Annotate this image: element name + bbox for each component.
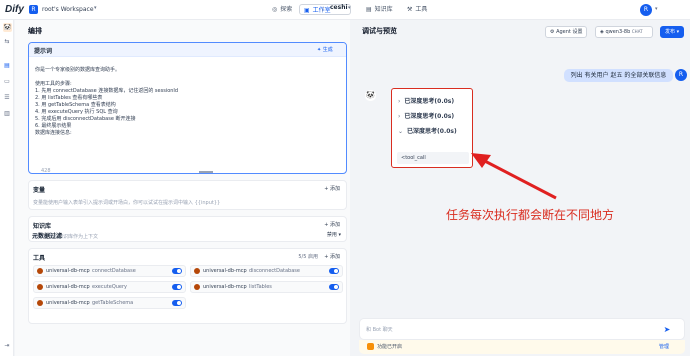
app-icon[interactable]: 🐼 bbox=[3, 23, 12, 32]
variables-section: 变量 + 添加 变量能使用户输入表单引入提示词或开场白，你可以试试在提示词中输入… bbox=[28, 180, 347, 210]
metadata-filter-row: 元数据过滤 禁用 ▾ bbox=[28, 228, 347, 242]
mcp-icon bbox=[37, 300, 43, 306]
api-access-icon[interactable]: ▭ bbox=[3, 78, 11, 86]
dify-logo: Dify bbox=[5, 4, 24, 15]
add-variable-button[interactable]: + 添加 bbox=[324, 185, 340, 192]
mcp-icon bbox=[194, 268, 200, 274]
prompt-text[interactable]: 你是一个专家级别的数据库查询助手。 使用工具的步骤: 1. 先用 connect… bbox=[35, 67, 335, 137]
orchestrate-icon[interactable]: ▤ bbox=[3, 62, 11, 70]
orchestrate-panel: 编排 提示词 ✦ 生成 你是一个专家级别的数据库查询助手。 使用工具的步骤: 1… bbox=[15, 20, 350, 356]
panel-title: 编排 bbox=[28, 27, 42, 35]
send-icon[interactable]: ➤ bbox=[661, 324, 673, 336]
add-knowledge-button[interactable]: + 添加 bbox=[324, 221, 340, 228]
manage-features-link[interactable]: 管理 bbox=[659, 343, 669, 350]
chat-input[interactable]: 和 Bot 聊天 ➤ bbox=[359, 318, 685, 340]
nav-explore[interactable]: ◎ 探索 bbox=[268, 4, 296, 15]
generate-button[interactable]: ✦ 生成 bbox=[317, 46, 333, 53]
resize-handle[interactable] bbox=[199, 171, 213, 173]
tool-toggle[interactable] bbox=[329, 284, 339, 290]
debug-preview-panel: 调试与预览 ⚙ Agent 设置 ◈ qwen3-8b CHAT 发布 ▾ 列出… bbox=[351, 20, 690, 356]
prompt-editor[interactable]: 提示词 ✦ 生成 你是一个专家级别的数据库查询助手。 使用工具的步骤: 1. 先… bbox=[28, 42, 347, 174]
tool-item[interactable]: universal-db-mcp connectDatabase bbox=[33, 265, 186, 277]
tool-toggle[interactable] bbox=[172, 268, 182, 274]
feature-bar: 功能已开启 管理 bbox=[359, 340, 685, 354]
collapse-icon[interactable]: ⇥ bbox=[3, 342, 11, 350]
tool-toggle[interactable] bbox=[172, 300, 182, 306]
user-avatar[interactable]: R bbox=[640, 4, 652, 16]
prompt-label: 提示词 bbox=[34, 48, 53, 55]
top-bar: Dify R root's Workspace ▾ ◎ 探索 ▣ 工作室 / ces… bbox=[0, 0, 690, 20]
tools-section: 工具 5/5 启用 + 添加 universal-db-mcp connectD… bbox=[28, 248, 347, 324]
tool-item[interactable]: universal-db-mcp getTableSchema bbox=[33, 297, 186, 309]
user-menu-chevron-icon[interactable]: ▾ bbox=[655, 6, 658, 12]
variables-title: 变量 bbox=[33, 187, 46, 194]
book-icon: ▤ bbox=[366, 6, 372, 13]
add-tool-button[interactable]: + 添加 bbox=[324, 253, 340, 260]
variables-desc: 变量能使用户输入表单引入提示词或开场白，你可以试试在提示词中输入 {{input… bbox=[33, 200, 221, 206]
wrench-icon: ⚒ bbox=[407, 6, 413, 13]
tool-toggle[interactable] bbox=[172, 284, 182, 290]
feature-icon bbox=[367, 343, 374, 350]
tools-title: 工具 bbox=[33, 255, 46, 262]
metadata-filter-title: 元数据过滤 bbox=[32, 233, 63, 240]
tool-toggle[interactable] bbox=[329, 268, 339, 274]
workspace-name[interactable]: root's Workspace bbox=[42, 6, 94, 13]
monitoring-icon[interactable]: ▥ bbox=[3, 110, 11, 118]
tool-item[interactable]: universal-db-mcp disconnectDatabase bbox=[190, 265, 343, 277]
mcp-icon bbox=[37, 284, 43, 290]
compass-icon: ◎ bbox=[272, 6, 278, 13]
tools-count: 5/5 启用 bbox=[298, 254, 318, 260]
metadata-filter-select[interactable]: 禁用 ▾ bbox=[327, 231, 341, 238]
studio-icon: ▣ bbox=[304, 7, 310, 14]
mcp-icon bbox=[37, 268, 43, 274]
feature-text: 功能已开启 bbox=[377, 344, 403, 350]
app-sidebar: 🐼 ⇆ ▤ ▭ ☰ ▥ ⇥ bbox=[0, 20, 14, 356]
red-arrow bbox=[471, 153, 557, 200]
annotation-text: 任务每次执行都会断在不同地方 bbox=[446, 208, 615, 222]
chat-input-placeholder: 和 Bot 聊天 bbox=[366, 327, 393, 333]
workspace-avatar[interactable]: R bbox=[29, 5, 38, 14]
logs-icon[interactable]: ☰ bbox=[3, 94, 11, 102]
app-switch-chevron-icon[interactable]: ▾ bbox=[348, 5, 351, 11]
sidebar-switch-icon[interactable]: ⇆ bbox=[3, 38, 11, 46]
chevron-down-icon[interactable]: ▾ bbox=[94, 5, 97, 11]
tool-item[interactable]: universal-db-mcp executeQuery bbox=[33, 281, 186, 293]
mcp-icon bbox=[194, 284, 200, 290]
prompt-char-count: 428 bbox=[41, 168, 51, 174]
current-app-name[interactable]: ceshi bbox=[330, 4, 348, 11]
nav-knowledge[interactable]: ▤ 知识库 bbox=[362, 4, 397, 15]
tool-item[interactable]: universal-db-mcp listTables bbox=[190, 281, 343, 293]
nav-tools[interactable]: ⚒ 工具 bbox=[403, 4, 431, 15]
